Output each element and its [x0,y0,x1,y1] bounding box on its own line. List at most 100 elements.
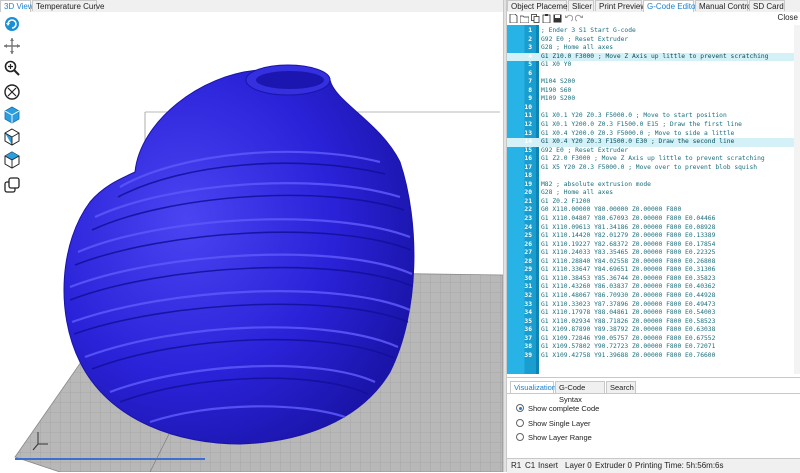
code-line[interactable]: 19 M82 ; absolute extrusion mode [507,181,800,190]
line-text: M190 S60 [541,86,572,94]
line-text: G1 X110.33647 Y84.69651 Z0.00000 F800 E0… [541,266,716,274]
code-line[interactable]: 38 G1 X109.57802 Y90.72723 Z0.00000 F800 … [507,343,800,352]
code-line[interactable]: 30 G1 X110.38453 Y85.36744 Z0.00000 F800 … [507,275,800,284]
front-view-icon[interactable] [2,127,22,147]
code-line[interactable]: 9 M109 S200 [507,95,800,104]
tab-sd-card[interactable]: SD Card [749,0,785,11]
tab-manual-control[interactable]: Manual Control [695,0,753,11]
code-line[interactable]: 39 G1 X109.42758 Y91.39688 Z0.00000 F800 … [507,352,800,361]
vertical-scrollbar[interactable] [794,25,800,374]
code-line[interactable]: 37 G1 X109.72846 Y90.05757 Z0.00000 F800 … [507,335,800,344]
tab-temperature-curve[interactable]: Temperature Curve [32,0,104,11]
line-text: G1 X109.72846 Y90.05757 Z0.00000 F800 E0… [541,334,716,342]
line-number: 11 [524,112,532,120]
right-panel: Object Placement Slicer Print Preview G-… [507,0,800,473]
line-number: 36 [524,326,532,334]
code-line[interactable]: 15 G92 E0 ; Reset Extruder [507,147,800,156]
line-number: 21 [524,197,532,205]
iso-view-icon[interactable] [2,105,22,125]
line-number: 22 [524,206,532,214]
code-line[interactable]: 33 G1 X110.33023 Y87.37896 Z0.00000 F800 … [507,301,800,310]
tab-search[interactable]: Search [606,381,636,393]
tab-gcode-editor[interactable]: G-Code Editor [643,0,698,12]
line-text: G1 X0 Y0 [541,61,572,69]
code-line[interactable]: 32 G1 X110.48067 Y86.70930 Z0.00000 F800 … [507,292,800,301]
status-mode: Insert [538,461,559,470]
code-line[interactable]: 18 [507,172,800,181]
radio-button[interactable] [516,419,524,427]
open-file-icon[interactable] [520,14,529,23]
code-line[interactable]: 13 G1 X0.4 Y200.0 Z0.3 F5000.0 ; Move to … [507,130,800,139]
visualization-panel: Visualization G-Code Syntax Search Show … [507,377,800,458]
code-line[interactable]: 24 G1 X110.09613 Y81.34186 Z0.00000 F800 … [507,224,800,233]
code-line[interactable]: 6 [507,70,800,79]
code-line[interactable]: 5 G1 X0 Y0 [507,61,800,70]
code-line[interactable]: 27 G1 X110.24033 Y83.35465 Z0.00000 F800 … [507,249,800,258]
gcode-editor[interactable]: 1 ; Ender 3 S1 Start G-code 2 G92 E0 ; Rese… [507,25,800,374]
tab-3d-view[interactable]: 3D View [0,0,34,12]
radio-show-layer-range[interactable]: Show Layer Range [516,432,592,442]
radio-button[interactable] [516,404,524,412]
paste-icon[interactable] [542,14,551,23]
line-number: 9 [528,95,532,103]
line-number: 35 [524,317,532,325]
close-button[interactable]: Close [778,13,798,22]
redo-icon[interactable] [575,14,584,23]
code-line[interactable]: 20 G28 ; Home all axes [507,189,800,198]
code-line[interactable]: 23 G1 X110.04807 Y80.67093 Z0.00000 F800 … [507,215,800,224]
zoom-icon[interactable] [2,58,22,78]
code-line[interactable]: 12 G1 X0.1 Y200.0 Z0.3 F1500.0 E15 ; Draw… [507,121,800,130]
code-line[interactable]: 4 G1 Z10.0 F3000 ; Move Z Axis up little … [507,52,800,62]
code-line[interactable]: 10 [507,104,800,113]
line-text: G1 X110.33023 Y87.37896 Z0.00000 F800 E0… [541,300,716,308]
status-bar: R1 C1 Insert Layer 0 Extruder 0 Printing… [507,458,800,473]
code-line[interactable]: 17 G1 X5 Y20 Z0.3 F5000.0 ; Move over to … [507,164,800,173]
fit-icon[interactable] [2,82,22,102]
code-line[interactable]: 28 G1 X110.28840 Y84.02558 Z0.00000 F800 … [507,258,800,267]
objects-icon[interactable] [2,175,22,195]
status-print-time: Printing Time: 5h:56m:6s [635,461,724,470]
code-line[interactable]: 26 G1 X110.19227 Y82.68372 Z0.00000 F800 … [507,241,800,250]
code-line[interactable]: 25 G1 X110.14420 Y82.01279 Z0.00000 F800 … [507,232,800,241]
radio-show-single-layer[interactable]: Show Single Layer [516,418,591,428]
code-line[interactable]: 16 G1 Z2.0 F3000 ; Move Z Axis up little … [507,155,800,164]
tab-visualization[interactable]: Visualization [510,381,556,393]
tab-print-preview[interactable]: Print Preview [595,0,646,11]
new-file-icon[interactable] [509,14,518,23]
code-line[interactable]: 31 G1 X110.43260 Y86.03837 Z0.00000 F800 … [507,283,800,292]
top-view-icon[interactable] [2,150,22,170]
move-icon[interactable] [2,36,22,56]
vase-model[interactable] [63,64,415,445]
line-number: 1 [528,27,532,34]
tab-slicer[interactable]: Slicer [568,0,594,11]
code-line[interactable]: 14 G1 X0.4 Y20 Z0.3 F1500.0 E30 ; Draw th… [507,138,800,147]
code-line[interactable]: 36 G1 X109.87890 Y89.38792 Z0.00000 F800 … [507,326,800,335]
code-line[interactable]: 29 G1 X110.33647 Y84.69651 Z0.00000 F800 … [507,266,800,275]
tab-object-placement[interactable]: Object Placement [507,0,574,11]
code-line[interactable]: 11 G1 X0.1 Y20 Z0.3 F5000.0 ; Move to sta… [507,112,800,121]
code-line[interactable]: 1 ; Ender 3 S1 Start G-code [507,27,800,36]
code-line[interactable]: 7 M104 S200 [507,78,800,87]
line-text: G1 X110.02934 Y88.71826 Z0.00000 F800 E0… [541,317,716,325]
code-line[interactable]: 35 G1 X110.02934 Y88.71826 Z0.00000 F800 … [507,318,800,327]
line-number: 14 [524,138,532,146]
code-line[interactable]: 2 G92 E0 ; Reset Extruder [507,36,800,45]
undo-icon[interactable] [564,14,573,23]
line-number: 3 [528,44,532,52]
rotate-icon[interactable] [2,14,22,34]
tab-gcode-syntax[interactable]: G-Code Syntax [555,381,605,404]
code-line[interactable]: 34 G1 X110.17978 Y88.04861 Z0.00000 F800 … [507,309,800,318]
copy-icon[interactable] [531,14,540,23]
code-line[interactable]: 21 G1 Z0.2 F1200 [507,198,800,207]
code-line[interactable]: 8 M190 S60 [507,87,800,96]
line-text: G1 Z0.2 F1200 [541,197,591,205]
save-icon[interactable] [553,14,562,23]
line-number: 17 [524,163,532,171]
code-line[interactable]: 3 G28 ; Home all axes [507,44,800,53]
radio-button[interactable] [516,433,524,441]
3d-viewport[interactable] [0,12,503,472]
line-number: 10 [524,103,532,111]
status-col: C1 [525,461,536,470]
radio-show-complete-code[interactable]: Show complete Code [516,403,599,413]
code-line[interactable]: 22 G0 X110.00000 Y80.00000 Z0.00000 F800 [507,206,800,215]
